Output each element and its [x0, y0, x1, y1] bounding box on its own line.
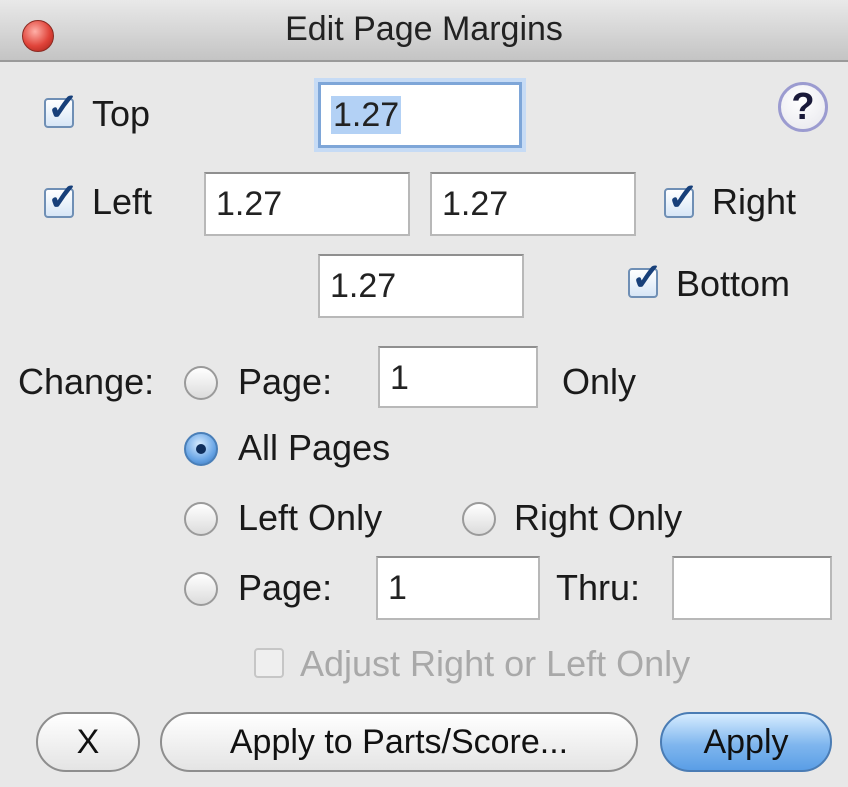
bottom-checkbox[interactable]: ✓: [628, 258, 663, 298]
left-label: Left: [92, 181, 153, 222]
top-margin-field[interactable]: 1.27: [318, 82, 522, 148]
radio-left-only[interactable]: [184, 502, 218, 536]
checkmark-icon: ✓: [631, 257, 663, 299]
page-only-label: Page:: [238, 361, 333, 402]
left-margin-field[interactable]: 1.27: [204, 172, 410, 236]
radio-page-range[interactable]: [184, 572, 218, 606]
right-only-label: Right Only: [514, 497, 683, 538]
all-pages-label: All Pages: [238, 427, 391, 468]
change-label: Change:: [18, 361, 155, 402]
left-only-label: Left Only: [238, 497, 383, 538]
radio-selected-dot: [196, 444, 206, 454]
checkmark-icon: ✓: [667, 177, 699, 219]
page-range-thru-field[interactable]: [672, 556, 832, 620]
checkmark-icon: ✓: [47, 87, 79, 129]
help-button[interactable]: ?: [778, 82, 828, 132]
only-label: Only: [562, 361, 637, 402]
top-margin-value: 1.27: [331, 96, 402, 134]
page-range-label: Page:: [238, 567, 333, 608]
checkmark-icon: ✓: [47, 177, 79, 219]
window-title: Edit Page Margins: [285, 10, 563, 48]
page-only-field[interactable]: 1: [378, 346, 538, 408]
apply-to-parts-button[interactable]: Apply to Parts/Score...: [160, 712, 638, 772]
apply-button[interactable]: Apply: [660, 712, 832, 772]
left-checkbox[interactable]: ✓: [44, 178, 79, 218]
bottom-label: Bottom: [676, 263, 791, 304]
radio-page-only[interactable]: [184, 366, 218, 400]
title-bar: Edit Page Margins: [0, 0, 848, 62]
right-margin-field[interactable]: 1.27: [430, 172, 636, 236]
bottom-margin-field[interactable]: 1.27: [318, 254, 524, 318]
close-dialog-button[interactable]: X: [36, 712, 140, 772]
top-checkbox[interactable]: ✓: [44, 88, 79, 128]
radio-right-only[interactable]: [462, 502, 496, 536]
adjust-checkbox[interactable]: [254, 648, 284, 678]
page-range-from-field[interactable]: 1: [376, 556, 540, 620]
radio-all-pages[interactable]: [184, 432, 218, 466]
right-checkbox[interactable]: ✓: [664, 178, 699, 218]
thru-label: Thru:: [556, 567, 641, 608]
adjust-label: Adjust Right or Left Only: [300, 643, 691, 684]
right-label: Right: [712, 181, 797, 222]
top-label: Top: [92, 93, 151, 134]
question-mark-icon: ?: [791, 86, 815, 128]
